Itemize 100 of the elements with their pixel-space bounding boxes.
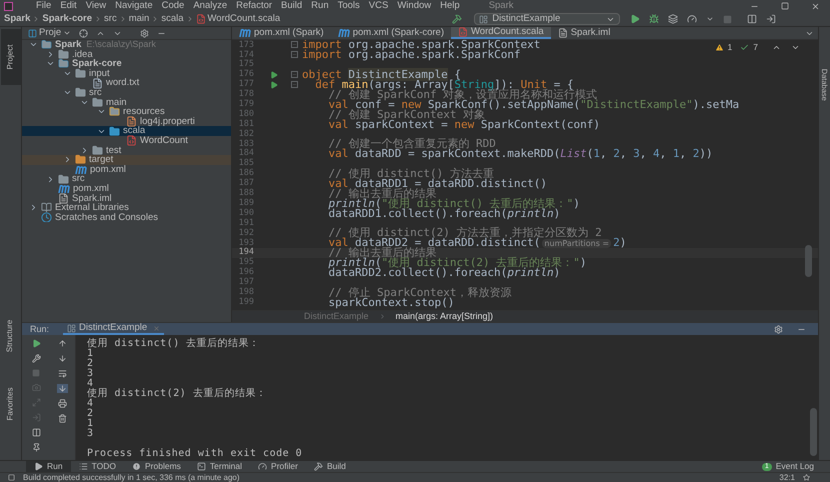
tree-row[interactable]: Spark.iml [22, 194, 231, 204]
menu-item[interactable]: Help [440, 1, 460, 11]
menu-item[interactable]: File [36, 1, 52, 11]
tree-row[interactable]: Spark-core [22, 59, 231, 69]
fold-marker-icon[interactable] [290, 41, 298, 48]
breadcrumb[interactable]: Spark-core [42, 14, 92, 24]
editor-tab[interactable]: pom.xml (Spark) [232, 27, 331, 39]
menu-item[interactable]: Refactor [236, 1, 272, 11]
scroll-to-end-icon[interactable] [57, 384, 68, 393]
menu-item[interactable]: Edit [60, 1, 77, 11]
tree-row[interactable]: main [22, 98, 231, 108]
menu-item[interactable]: Tools [338, 1, 360, 11]
tree-row[interactable]: test [22, 146, 231, 156]
tree-row[interactable]: External Libraries [22, 203, 231, 213]
more-caret-icon[interactable] [706, 15, 714, 23]
line-number: 198 [238, 288, 254, 296]
breadcrumb[interactable]: Spark [4, 14, 30, 24]
tree-row[interactable]: resources [22, 107, 231, 117]
dropdown-caret-icon[interactable] [63, 29, 72, 37]
tool-window-tab[interactable]: Build [306, 461, 354, 472]
tool-window-tab[interactable]: Run [26, 461, 71, 472]
tree-row[interactable]: target [22, 155, 231, 165]
console-line: 3 [87, 369, 95, 379]
coverage-icon[interactable] [668, 14, 678, 24]
tree-row[interactable]: pom.xml [22, 184, 231, 194]
line-number: 187 [238, 179, 254, 188]
down-arrow-icon[interactable] [58, 354, 67, 363]
editor-tab[interactable]: WordCount.scala [451, 27, 551, 39]
locate-icon[interactable] [79, 28, 88, 38]
tree-row[interactable]: WordCount [22, 136, 231, 146]
tree-row[interactable]: src [22, 88, 231, 98]
tool-window-tab[interactable]: TODO [70, 461, 124, 472]
menu-item[interactable]: Code [162, 1, 184, 11]
tool-window-tab[interactable]: Problems [124, 461, 189, 472]
scrollbar-thumb[interactable] [805, 245, 812, 277]
breadcrumb[interactable]: scala [161, 14, 184, 24]
breadcrumb[interactable]: main(args: Array[String]) [396, 312, 494, 321]
menu-item[interactable]: Build [281, 1, 302, 11]
tool-windows-icon[interactable] [8, 474, 15, 481]
line-number: 177 [238, 80, 254, 89]
trash-icon[interactable] [58, 414, 67, 423]
fold-marker-icon[interactable] [290, 71, 298, 78]
breadcrumb[interactable]: main [128, 14, 150, 24]
warning-icon[interactable] [714, 43, 724, 52]
previous-icon[interactable] [772, 43, 781, 52]
tree-row[interactable]: Spark E:\scala\zy\Spark [22, 40, 231, 50]
scrollbar-thumb[interactable] [810, 408, 816, 456]
tree-row[interactable]: word.txt [22, 78, 231, 88]
wrench-icon[interactable] [32, 354, 40, 363]
menu-item[interactable]: Navigate [115, 1, 153, 11]
star-icon[interactable] [803, 474, 810, 481]
maximize-icon[interactable] [781, 2, 789, 10]
hammer-icon[interactable] [452, 14, 462, 24]
menu-item[interactable]: Window [397, 1, 432, 11]
run-gutter-icon[interactable] [270, 70, 278, 79]
tree-row[interactable]: scala [22, 126, 231, 136]
tree-row[interactable]: src [22, 174, 231, 184]
tree-label: Spark.iml [72, 194, 112, 204]
run-configuration-dropdown[interactable]: DistinctExample [474, 13, 620, 25]
tree-row[interactable]: log4j.properti [22, 116, 231, 126]
debug-icon[interactable] [649, 14, 660, 24]
profile-icon[interactable] [687, 14, 698, 24]
menu-item[interactable]: View [86, 1, 106, 11]
tree-row[interactable]: input [22, 68, 231, 78]
tool-window-tab[interactable]: Structure [0, 302, 20, 370]
tool-window-tab[interactable]: Profiler [250, 461, 306, 472]
settings-icon[interactable] [774, 324, 783, 334]
fold-marker-icon[interactable] [290, 81, 298, 88]
breadcrumb[interactable]: src [104, 14, 117, 24]
tree-row[interactable]: pom.xml [22, 164, 231, 174]
up-arrow-icon[interactable] [58, 339, 67, 348]
console-line: 1 [87, 419, 95, 429]
tree-row[interactable]: .idea [22, 50, 231, 60]
close-icon[interactable] [811, 2, 820, 10]
next-icon[interactable] [791, 43, 800, 52]
tree-row[interactable]: Scratches and Consoles [22, 212, 231, 222]
pin-icon[interactable] [32, 443, 40, 452]
tool-window-tab[interactable]: Favorites [0, 370, 20, 438]
menu-item[interactable]: Analyze [193, 1, 228, 11]
menu-item[interactable]: Run [311, 1, 329, 11]
check-icon[interactable] [740, 43, 750, 52]
run-gutter-icon[interactable] [270, 80, 278, 88]
project-tool-tab[interactable]: Project [0, 29, 20, 85]
line-number: 174 [238, 50, 254, 60]
menu-item[interactable]: VCS [368, 1, 388, 11]
project-view-selector[interactable]: Proje [39, 28, 62, 38]
run-icon[interactable] [630, 14, 640, 24]
editor-tab[interactable]: pom.xml (Spark-core) [330, 27, 452, 39]
tool-window-tab[interactable]: Terminal [188, 461, 250, 472]
caret-position[interactable]: 32:1 [779, 474, 795, 482]
editor-tab[interactable]: Spark.iml [550, 27, 618, 39]
layout-icon[interactable] [32, 428, 40, 437]
settings-icon[interactable] [140, 28, 150, 38]
fold-marker-icon[interactable] [290, 51, 298, 58]
project-structure-icon[interactable] [747, 14, 758, 24]
breadcrumb[interactable]: WordCount.scala [208, 14, 280, 24]
code-line: dataRDD2.collect().foreach(println) [327, 266, 560, 278]
soft-wrap-icon[interactable] [58, 369, 67, 378]
rerun-icon[interactable] [32, 339, 40, 348]
print-icon[interactable] [58, 399, 67, 408]
